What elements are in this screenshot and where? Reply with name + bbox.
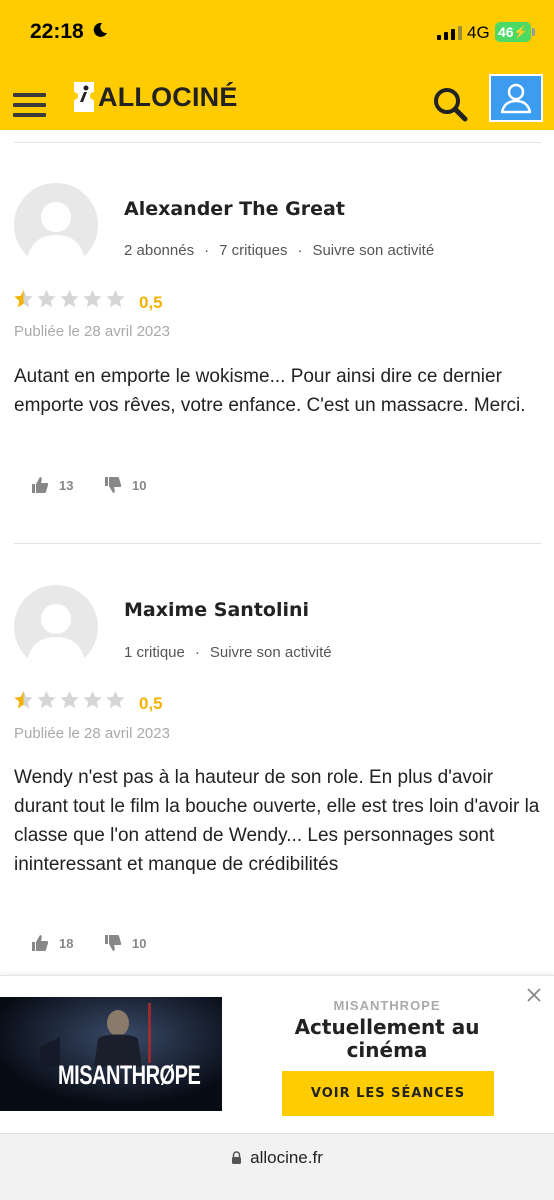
empty-star-icon <box>60 289 79 308</box>
thumbs-down-icon <box>105 935 122 951</box>
thumbs-down-icon <box>105 477 122 493</box>
signal-icon <box>437 26 462 40</box>
close-icon[interactable] <box>525 986 543 1004</box>
battery-icon: 46 ⚡ <box>495 22 535 42</box>
critiques-count[interactable]: 1 critique <box>124 644 185 661</box>
follow-activity-link[interactable]: Suivre son activité <box>312 242 434 259</box>
default-avatar-icon <box>26 202 86 267</box>
dislike-count: 10 <box>132 935 147 951</box>
user-account-button[interactable] <box>489 74 543 122</box>
review-text: Wendy n'est pas à la hauteur de son role… <box>14 767 540 875</box>
menu-icon[interactable] <box>13 93 46 117</box>
rating-value: 0,5 <box>139 694 163 713</box>
review-text: Autant en emporte le wokisme... Pour ain… <box>14 366 526 416</box>
empty-star-icon <box>37 690 56 709</box>
dislike-button[interactable]: 10 <box>104 476 146 494</box>
review-date: Publiée le 28 avril 2023 <box>14 323 170 340</box>
logo-text: ALLOCINÉ <box>98 81 238 112</box>
moon-icon <box>93 22 107 37</box>
avatar[interactable] <box>14 183 98 267</box>
review-author[interactable]: Alexander The Great <box>124 198 345 220</box>
divider <box>14 142 541 143</box>
user-icon <box>500 83 532 114</box>
dislike-count: 10 <box>132 477 147 493</box>
empty-star-icon <box>83 690 102 709</box>
empty-star-icon <box>37 289 56 308</box>
dislike-button[interactable]: 10 <box>104 934 146 952</box>
status-bar: 22:18 4G 46 ⚡ <box>0 0 554 62</box>
url-display[interactable]: allocine.fr <box>0 1148 554 1168</box>
see-showtimes-button[interactable]: VOIR LES SÉANCES <box>282 1071 494 1116</box>
avatar[interactable] <box>14 585 98 669</box>
network-type: 4G <box>467 23 490 42</box>
rating-value: 0,5 <box>139 293 163 312</box>
ad-banner[interactable]: MISANTHRØPE MISANTHROPE Actuellement au … <box>0 975 554 1133</box>
site-header: ALLOCINÉ <box>0 62 554 130</box>
thumbs-up-icon <box>32 477 49 493</box>
status-time: 22:18 <box>30 20 84 43</box>
half-star-icon <box>14 289 33 308</box>
author-meta: 1 critique · Suivre son activité <box>124 644 332 661</box>
divider <box>14 543 541 544</box>
charging-bolt-icon: ⚡ <box>513 25 528 39</box>
browser-url-bar[interactable]: allocine.fr <box>0 1133 554 1200</box>
like-button[interactable]: 13 <box>31 476 73 494</box>
review-author[interactable]: Maxime Santolini <box>124 599 309 621</box>
poster-artwork <box>0 997 222 1111</box>
empty-star-icon <box>106 690 125 709</box>
ticket-logo-icon <box>74 82 94 112</box>
empty-star-icon <box>106 289 125 308</box>
default-avatar-icon <box>26 604 86 669</box>
review-date: Publiée le 28 avril 2023 <box>14 725 170 742</box>
poster-title: MISANTHRØPE <box>58 1060 201 1091</box>
follow-activity-link[interactable]: Suivre son activité <box>210 644 332 661</box>
search-icon[interactable] <box>430 84 470 124</box>
star-rating <box>12 288 127 310</box>
like-count: 18 <box>59 935 74 951</box>
author-meta: 2 abonnés · 7 critiques · Suivre son act… <box>124 242 435 259</box>
like-count: 13 <box>59 477 74 493</box>
half-star-icon <box>14 690 33 709</box>
lock-icon <box>232 1151 242 1164</box>
empty-star-icon <box>60 690 79 709</box>
star-rating <box>12 689 127 711</box>
subscribers-count[interactable]: 2 abonnés <box>124 242 194 259</box>
battery-level: 46 <box>498 24 514 40</box>
empty-star-icon <box>83 289 102 308</box>
ad-film-name: MISANTHROPE <box>333 998 441 1013</box>
allocine-logo[interactable]: ALLOCINÉ <box>72 80 238 114</box>
url-text: allocine.fr <box>250 1148 323 1167</box>
ad-poster[interactable]: MISANTHRØPE <box>0 997 222 1111</box>
critiques-count[interactable]: 7 critiques <box>219 242 287 259</box>
ad-title: Actuellement au cinéma <box>294 1015 480 1062</box>
thumbs-up-icon <box>32 935 49 951</box>
like-button[interactable]: 18 <box>31 934 73 952</box>
